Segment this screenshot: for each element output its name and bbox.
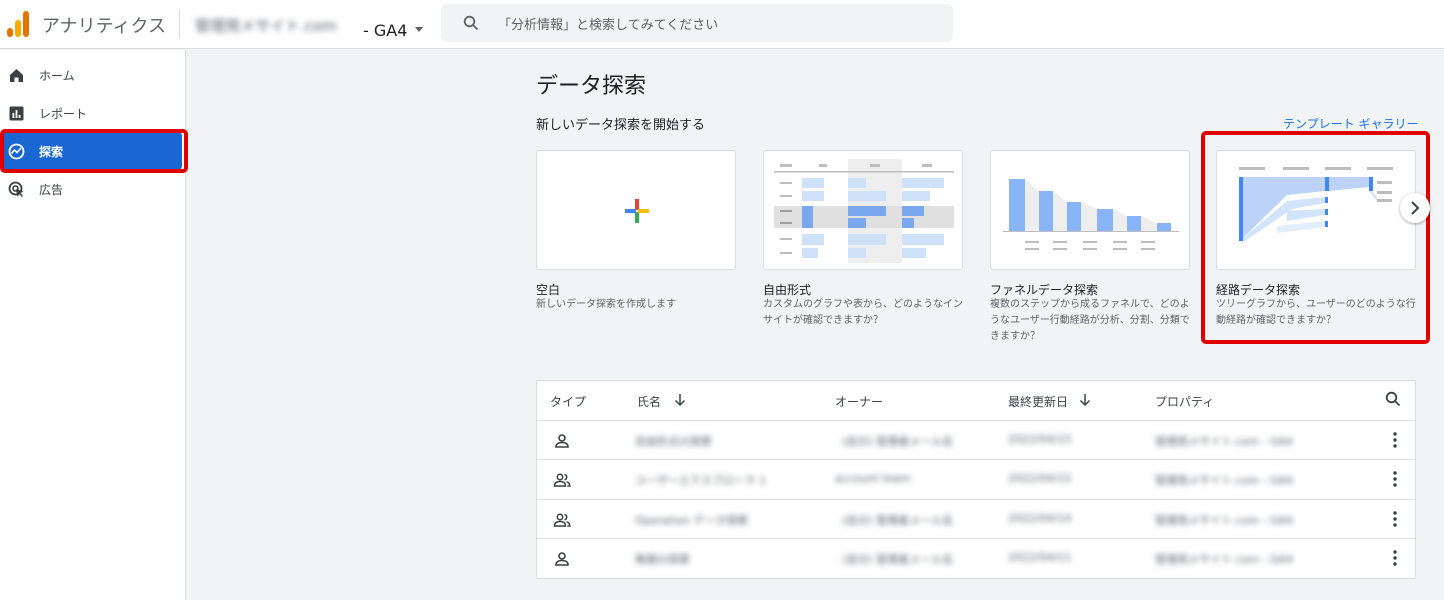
sidebar-item-label: レポート	[39, 107, 88, 121]
reports-icon	[9, 106, 24, 121]
group-icon	[553, 473, 571, 487]
row-property: 管理用メサイト.com - GA4	[1155, 435, 1293, 448]
card-funnel-desc: 複数のステップから成るファネルで、どのよ うなユーザー行動経路が分析、分割、分類…	[990, 299, 1190, 342]
template-gallery-link[interactable]: テンプレート ギャラリー	[1283, 115, 1418, 132]
row-name[interactable]: 無題の探索	[635, 551, 690, 567]
search-icon[interactable]	[1385, 391, 1401, 407]
row-owner: (自分) 管理者メール名	[842, 435, 954, 448]
chevron-right-icon	[1411, 201, 1420, 215]
column-header-name[interactable]: 氏名	[637, 393, 661, 410]
analytics-logo-icon[interactable]	[7, 11, 29, 37]
card-funnel-title[interactable]: ファネルデータ探索	[990, 281, 1098, 298]
row-property: 管理用メサイト.com - GA4	[1155, 553, 1293, 566]
table-row[interactable]: 自由形式の探索 (自分) 管理者メール名 2022/04/15 管理用メサイト.…	[537, 420, 1415, 459]
column-header-property[interactable]: プロパティ	[1155, 393, 1214, 410]
explorations-table: タイプ 氏名 オーナー 最終更新日 プロパティ 自由形式の探索 (自分) 管理者…	[536, 380, 1416, 579]
card-blank-desc: 新しいデータ探索を作成します	[536, 299, 676, 310]
row-updated: 2022/04/14	[1008, 512, 1072, 525]
more-vert-icon[interactable]	[1387, 470, 1403, 488]
card-blank-thumbnail[interactable]	[536, 150, 736, 270]
row-name[interactable]: Operation データ探索	[635, 512, 748, 528]
column-header-owner[interactable]: オーナー	[835, 393, 883, 410]
home-icon	[10, 69, 23, 82]
more-vert-icon[interactable]	[1387, 549, 1403, 567]
person-icon	[555, 552, 569, 566]
row-owner: (自分) 管理者メール名	[842, 553, 954, 566]
row-updated: 2022/04/15	[1008, 472, 1072, 485]
caret-down-icon[interactable]	[415, 27, 423, 32]
sidebar-item-advertising[interactable]: 広告	[0, 170, 186, 208]
card-funnel-thumbnail[interactable]	[990, 150, 1190, 270]
freeform-table-illustration	[774, 159, 954, 263]
highlight-box-path-card	[1201, 131, 1430, 344]
advertising-icon	[8, 181, 24, 197]
card-freeform-thumbnail[interactable]	[763, 150, 963, 270]
card-freeform-desc: カスタムのグラフや表から、どのようなイン サイトが確認できますか？	[763, 299, 963, 326]
table-row[interactable]: ユーザーエクスプローラ 1 account team 2022/04/15 管理…	[537, 459, 1415, 498]
card-freeform-title[interactable]: 自由形式	[763, 281, 811, 298]
header-divider	[179, 10, 180, 38]
search-placeholder: 「分析情報」と検索してみてください	[498, 18, 719, 33]
highlight-box-explore	[0, 129, 188, 173]
search-bar[interactable]: 「分析情報」と検索してみてください	[441, 4, 953, 42]
table-row[interactable]: Operation データ探索 (自分) 管理者メール名 2022/04/14 …	[537, 499, 1415, 538]
property-selector[interactable]: - GA4	[363, 21, 407, 40]
arrow-down-icon[interactable]	[673, 393, 687, 407]
account-name[interactable]: 管理用メサイト.com	[195, 15, 337, 36]
more-vert-icon[interactable]	[1387, 431, 1403, 449]
person-icon	[555, 434, 569, 448]
column-header-updated[interactable]: 最終更新日	[1008, 393, 1068, 410]
card-blank-title[interactable]: 空白	[536, 281, 560, 298]
row-owner: (自分) 管理者メール名	[842, 514, 954, 527]
search-icon	[463, 15, 479, 31]
row-name[interactable]: ユーザーエクスプローラ 1	[635, 472, 766, 488]
row-property: 管理用メサイト.com - GA4	[1155, 474, 1293, 487]
table-row[interactable]: 無題の探索 (自分) 管理者メール名 2022/04/11 管理用メサイト.co…	[537, 538, 1415, 577]
plus-icon	[625, 199, 649, 223]
sidebar-item-label: 広告	[39, 183, 64, 197]
row-name[interactable]: 自由形式の探索	[635, 433, 712, 449]
row-updated: 2022/04/15	[1008, 433, 1072, 446]
app-title: アナリティクス	[42, 16, 167, 37]
arrow-down-icon[interactable]	[1078, 393, 1092, 407]
more-vert-icon[interactable]	[1387, 510, 1403, 528]
row-property: 管理用メサイト.com - GA4	[1155, 514, 1293, 527]
row-owner: account team	[835, 472, 911, 485]
app-header: アナリティクス 管理用メサイト.com - GA4 「分析情報」と検索してみてく…	[0, 0, 1444, 49]
group-icon	[553, 513, 571, 527]
sidebar-item-reports[interactable]: レポート	[0, 94, 186, 132]
sidebar-item-home[interactable]: ホーム	[0, 56, 186, 94]
column-header-type[interactable]: タイプ	[550, 393, 586, 410]
carousel-next-button[interactable]	[1400, 193, 1430, 223]
page-title: データ探索	[536, 74, 647, 99]
row-updated: 2022/04/11	[1008, 551, 1072, 564]
funnel-chart-illustration	[1003, 179, 1179, 250]
sidebar-item-label: ホーム	[39, 69, 75, 83]
section-subtitle: 新しいデータ探索を開始する	[536, 118, 706, 133]
